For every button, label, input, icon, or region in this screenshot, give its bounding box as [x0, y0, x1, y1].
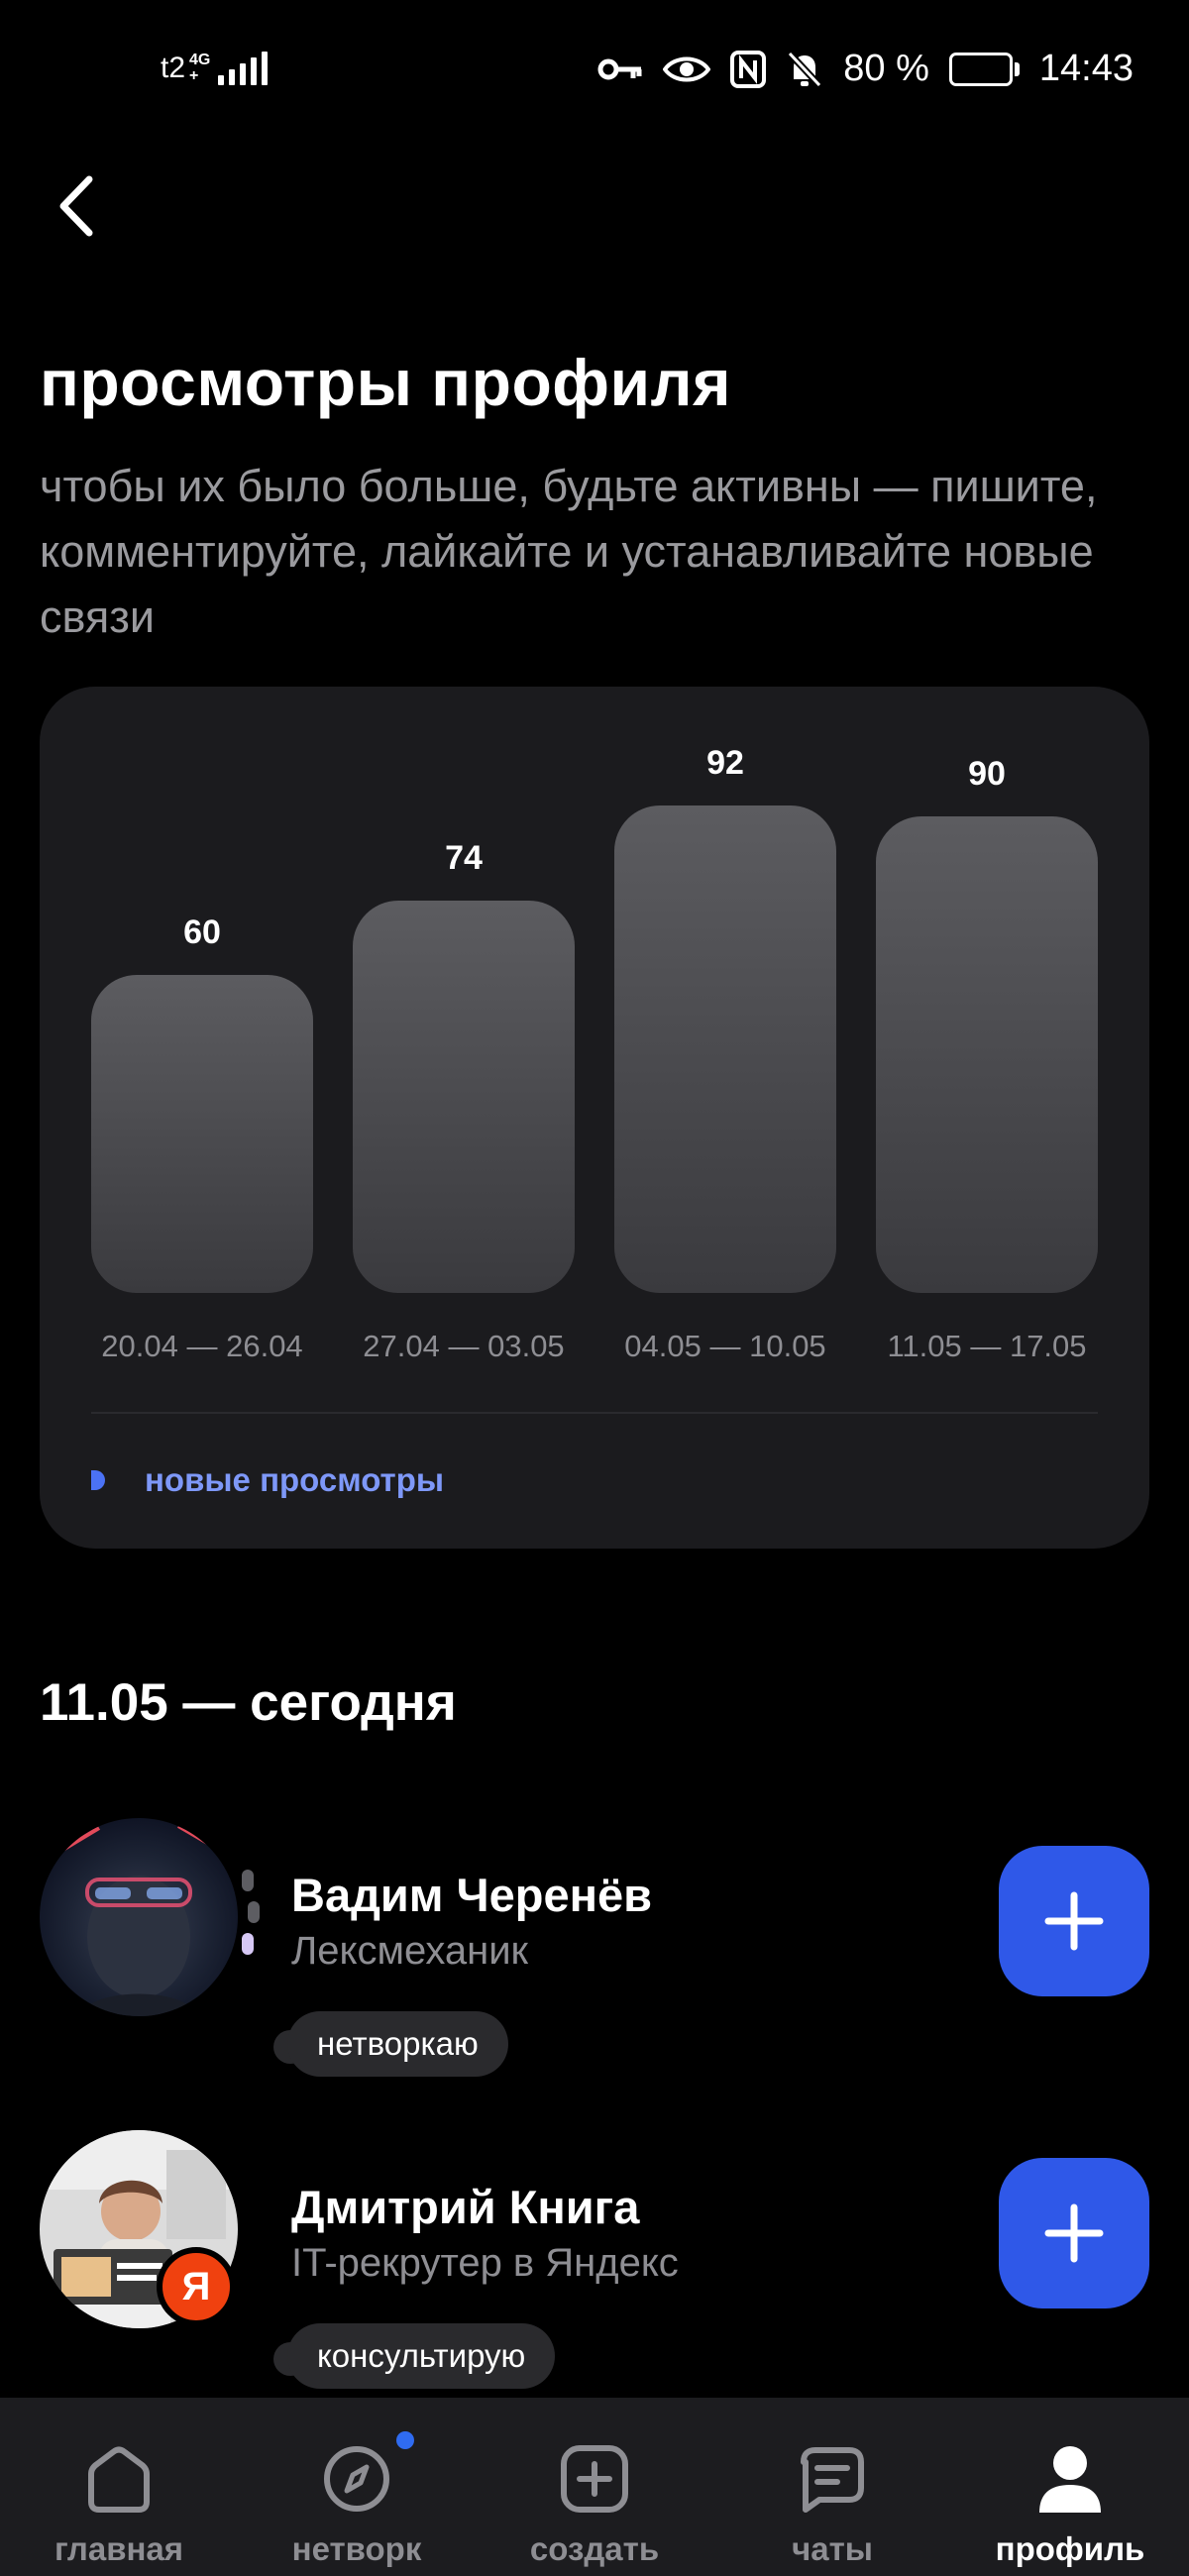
compass-icon — [319, 2441, 394, 2517]
nfc-icon — [730, 50, 767, 88]
person-row[interactable]: Вадим Черенёв Лексмеханик нетворкаю — [40, 1818, 1149, 2115]
legend-label: новые просмотры — [145, 1461, 445, 1498]
nav-label: профиль — [995, 2530, 1145, 2567]
nav-item-chats[interactable]: чаты — [713, 2398, 951, 2576]
section-title: 11.05 — сегодня — [40, 1673, 457, 1732]
nav-item-network[interactable]: нетворк — [238, 2398, 476, 2576]
person-name[interactable]: Дмитрий Книга — [291, 2180, 639, 2234]
clock: 14:43 — [1038, 48, 1134, 89]
page-subtitle: чтобы их было больше, будьте активны — п… — [40, 461, 1098, 642]
bar-category-label: 27.04 — 03.05 — [363, 1329, 565, 1363]
network-type: 4G + — [189, 53, 210, 84]
nav-label: создать — [529, 2530, 660, 2567]
bar-value-label: 74 — [445, 839, 483, 878]
views-chart-card: 60 20.04 — 26.04 74 27.04 — 03.05 92 04.05 — … — [40, 687, 1149, 1549]
chart-bar[interactable] — [876, 815, 1098, 1293]
status-bar: t2 4G + 80 % 14:43 — [0, 0, 1189, 149]
chart-divider — [91, 1412, 1098, 1414]
home-icon — [81, 2441, 157, 2517]
chat-icon — [795, 2441, 870, 2517]
chart-legend: новые просмотры — [91, 1461, 444, 1499]
status-left: t2 4G + — [161, 52, 269, 85]
key-icon — [597, 54, 643, 84]
person-row[interactable]: Я Дмитрий Книга IT-рекрутер в Яндекс кон… — [40, 2130, 1149, 2427]
page-title: просмотры профиля — [40, 346, 732, 419]
network-sub-label: + — [189, 67, 199, 84]
bar-group: 60 20.04 — 26.04 — [91, 687, 313, 1549]
status-right: 80 % 14:43 — [597, 48, 1134, 90]
eye-icon — [663, 54, 711, 85]
profile-icon — [1032, 2441, 1108, 2517]
nav-item-profile[interactable]: профиль — [951, 2398, 1189, 2576]
bell-muted-icon — [786, 50, 823, 89]
yandex-logo-badge: Я — [157, 2247, 236, 2326]
nav-label: главная — [54, 2530, 184, 2567]
create-icon — [557, 2441, 632, 2517]
chart-bar[interactable] — [614, 805, 836, 1293]
person-name[interactable]: Вадим Черенёв — [291, 1868, 652, 1922]
chart-bar[interactable] — [353, 901, 575, 1293]
avatar[interactable] — [40, 1818, 238, 2016]
status-bubble: консультирую — [287, 2323, 556, 2389]
bar-category-label: 11.05 — 17.05 — [887, 1329, 1087, 1363]
nav-label: чаты — [792, 2530, 873, 2567]
profile-views-screen: t2 4G + 80 % 14:43 просмотры профиля что… — [0, 0, 1189, 2576]
plus-icon — [1044, 2203, 1104, 2263]
bar-category-label: 20.04 — 26.04 — [101, 1329, 303, 1363]
story-ring-segment — [242, 1933, 254, 1955]
nav-item-create[interactable]: создать — [476, 2398, 713, 2576]
bar-group: 74 27.04 — 03.05 — [353, 687, 575, 1549]
add-contact-button[interactable] — [999, 2158, 1149, 2308]
story-ring-segment — [248, 1901, 260, 1923]
bar-category-label: 04.05 — 10.05 — [624, 1329, 826, 1363]
chart-bar[interactable] — [91, 975, 313, 1293]
carrier-label: t2 — [161, 52, 186, 84]
battery-percent: 80 % — [843, 48, 929, 89]
views-chart: 60 20.04 — 26.04 74 27.04 — 03.05 92 04.05 — … — [91, 687, 1098, 1549]
back-button[interactable] — [36, 166, 115, 246]
nav-item-home[interactable]: главная — [0, 2398, 238, 2576]
bar-group: 90 11.05 — 17.05 — [876, 687, 1098, 1549]
bottom-nav: главная нетворк создать чаты профиль — [0, 2398, 1189, 2576]
signal-icon — [218, 52, 269, 85]
plus-icon — [1044, 1891, 1104, 1951]
bar-group: 92 04.05 — 10.05 — [614, 687, 836, 1549]
status-bubble: нетворкаю — [287, 2011, 508, 2077]
nav-label: нетворк — [291, 2530, 422, 2567]
person-role: Лексмеханик — [291, 1929, 529, 1973]
network-type-label: 4G — [189, 52, 211, 68]
person-role: IT-рекрутер в Яндекс — [291, 2241, 679, 2285]
chevron-left-icon — [59, 175, 93, 237]
bar-value-label: 90 — [968, 754, 1006, 793]
battery-icon — [948, 52, 1020, 86]
story-ring-segment — [242, 1870, 254, 1891]
notification-dot — [396, 2431, 414, 2449]
legend-marker — [91, 1470, 105, 1490]
bar-value-label: 92 — [706, 743, 744, 782]
add-contact-button[interactable] — [999, 1846, 1149, 1996]
bar-value-label: 60 — [183, 913, 221, 951]
